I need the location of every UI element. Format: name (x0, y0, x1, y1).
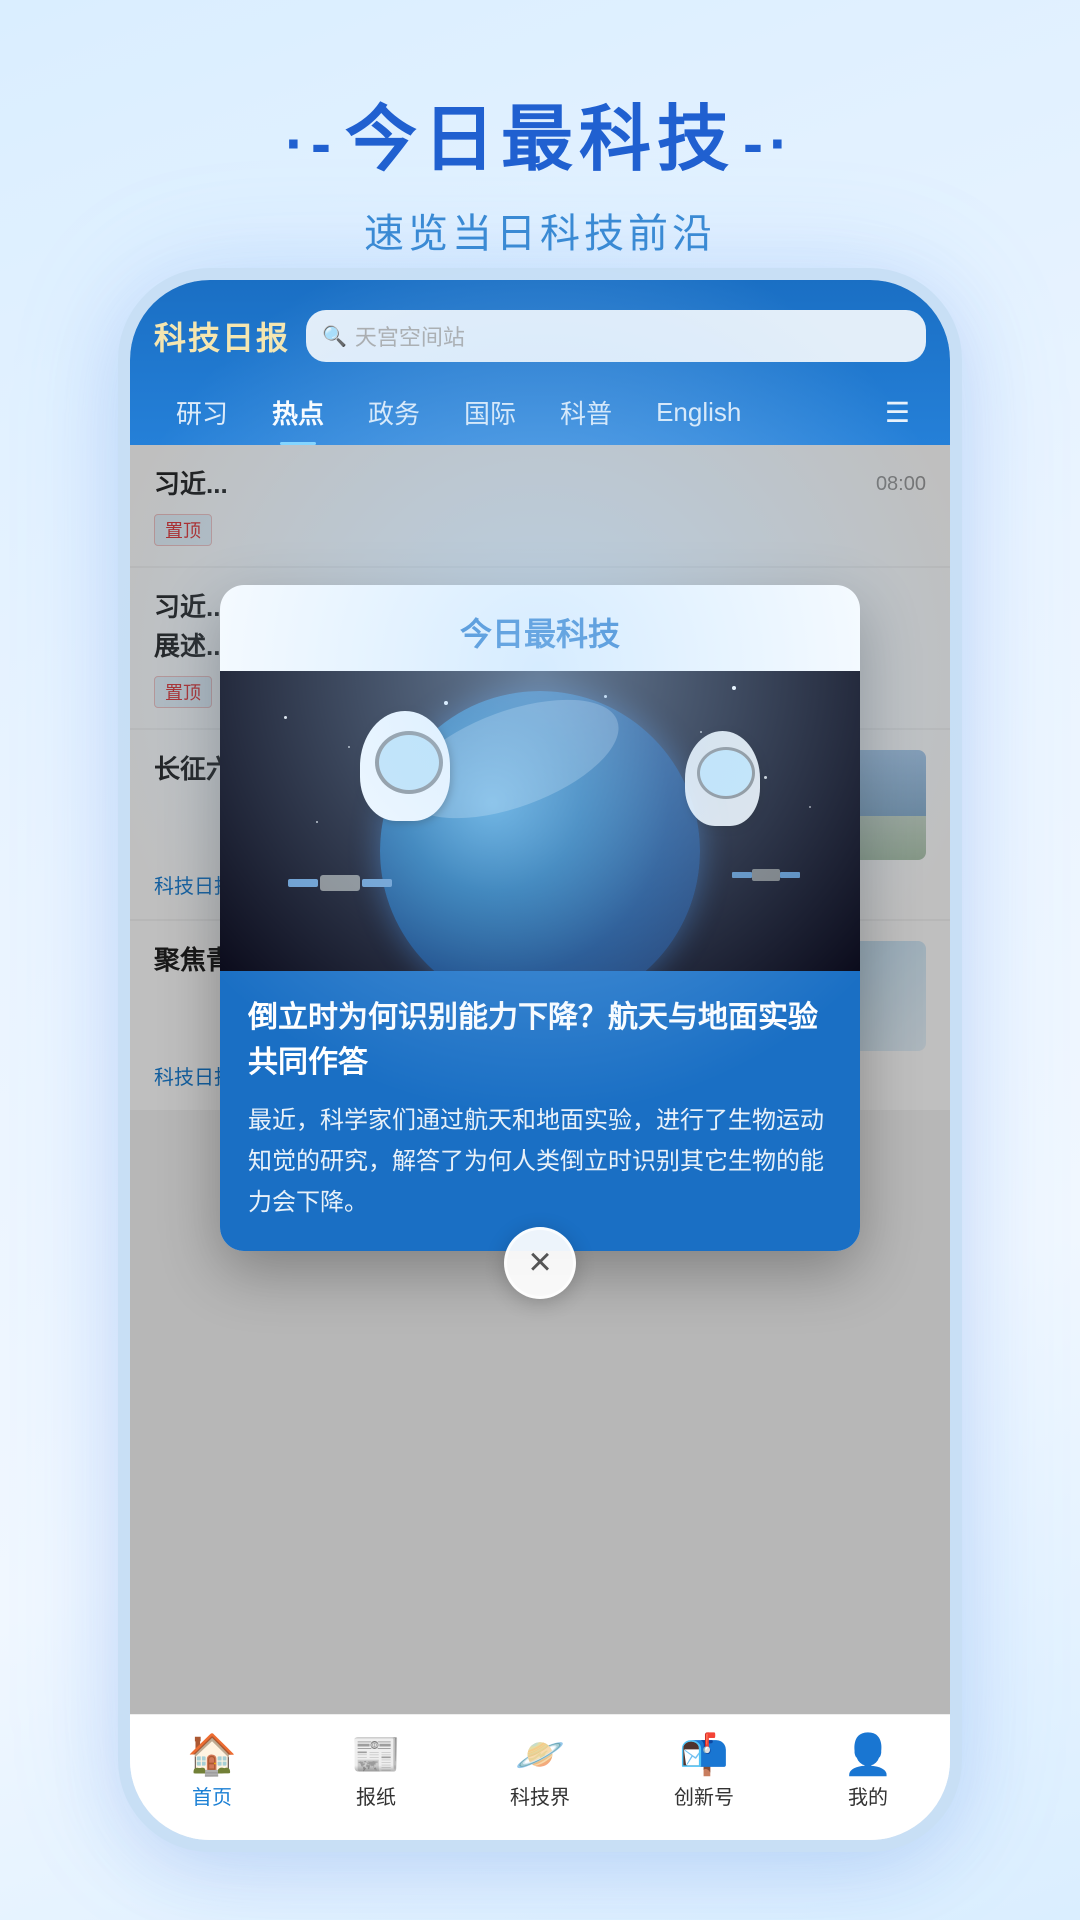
home-icon: 🏠 (187, 1735, 237, 1775)
bottom-nav-innovation[interactable]: 📬 创新号 (622, 1735, 786, 1810)
main-title: 今日最科技 (285, 80, 795, 185)
bottom-nav-home[interactable]: 🏠 首页 (130, 1735, 294, 1810)
planet-icon: 🪐 (515, 1735, 565, 1775)
innovation-label: 创新号 (674, 1781, 734, 1810)
bottom-nav: 🏠 首页 📰 报纸 🪐 科技界 📬 创新号 👤 我的 (130, 1714, 950, 1840)
home-label: 首页 (192, 1781, 232, 1810)
profile-label: 我的 (848, 1781, 888, 1810)
bottom-nav-newspaper[interactable]: 📰 报纸 (294, 1735, 458, 1810)
profile-icon: 👤 (843, 1735, 893, 1775)
innovation-icon: 📬 (679, 1735, 729, 1775)
bottom-nav-profile[interactable]: 👤 我的 (786, 1735, 950, 1810)
subtitle: 速览当日科技前沿 (0, 201, 1080, 259)
newspaper-label: 报纸 (356, 1781, 396, 1810)
planet-label: 科技界 (510, 1781, 570, 1810)
newspaper-icon: 📰 (351, 1735, 401, 1775)
close-button[interactable] (504, 1227, 576, 1299)
bottom-nav-planet[interactable]: 🪐 科技界 (458, 1735, 622, 1810)
